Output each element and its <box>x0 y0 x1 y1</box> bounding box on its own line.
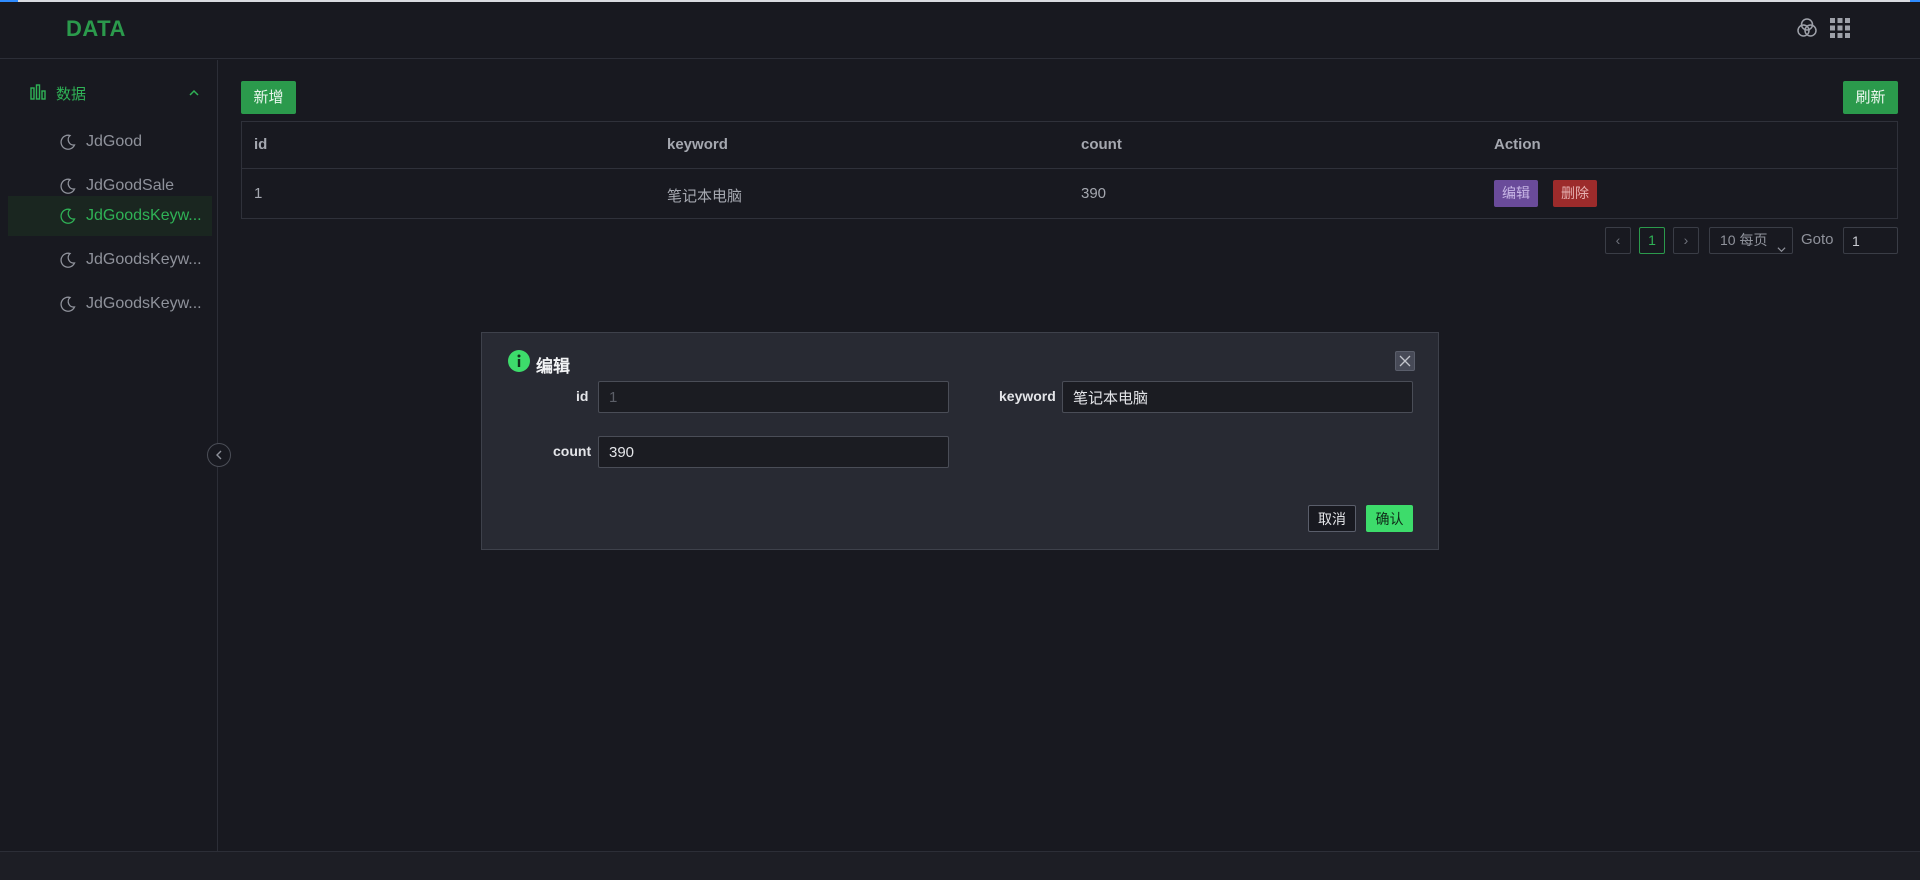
count-field[interactable] <box>598 436 949 468</box>
sidebar-item-label: JdGoodsKeyw... <box>86 251 202 268</box>
confirm-button[interactable]: 确认 <box>1366 505 1413 532</box>
bar-chart-icon <box>29 83 47 101</box>
sidebar-collapse-button[interactable] <box>207 443 231 467</box>
edit-modal: 编辑 id keyword count 取消 确认 <box>481 332 1439 550</box>
sidebar-item-label: JdGoodsKeyw... <box>86 295 202 312</box>
table-header <box>242 122 1897 169</box>
column-header-keyword: keyword <box>667 136 728 153</box>
app-logo[interactable]: DATA <box>66 16 126 42</box>
page-size-label: 10 每页 <box>1720 232 1768 248</box>
goto-page-input[interactable] <box>1843 227 1898 254</box>
chevron-up-icon <box>188 86 200 98</box>
refresh-button[interactable]: 刷新 <box>1843 81 1898 114</box>
modal-close-button[interactable] <box>1395 351 1415 371</box>
sidebar-item-label: JdGoodSale <box>86 177 175 194</box>
cell-count: 390 <box>1081 185 1107 202</box>
pagination-current-page[interactable]: 1 <box>1639 227 1665 254</box>
column-header-action: Action <box>1494 136 1541 153</box>
cell-id: 1 <box>254 185 263 202</box>
pagination-prev-button[interactable]: ‹ <box>1605 227 1631 254</box>
moon-icon <box>59 207 77 225</box>
sidebar-item-label: JdGoodsKeyw... <box>86 207 202 224</box>
sidebar-item-label: JdGood <box>86 133 143 150</box>
apps-grid-icon[interactable] <box>1828 16 1852 40</box>
color-circles-icon[interactable] <box>1795 16 1819 40</box>
goto-label: Goto <box>1801 231 1834 248</box>
count-field-label: count <box>553 443 592 459</box>
add-button[interactable]: 新增 <box>241 81 296 114</box>
sidebar-item-jdgoodskeyword-3[interactable]: JdGoodsKeyw... <box>8 284 212 324</box>
modal-title-text: 编辑 <box>536 357 570 376</box>
pagination-next-button[interactable]: › <box>1673 227 1699 254</box>
sidebar: 数据 JdGood JdGoodSale JdGoodsKeyw... JdGo… <box>0 60 218 851</box>
sidebar-group-label: 数据 <box>56 86 87 103</box>
page-size-select[interactable]: 10 每页 <box>1709 227 1793 254</box>
sidebar-item-jdgoodskeyword-2[interactable]: JdGoodsKeyw... <box>8 240 212 280</box>
info-icon <box>508 350 530 372</box>
app-footer <box>0 851 1920 880</box>
edit-row-button[interactable]: 编辑 <box>1494 180 1538 207</box>
moon-icon <box>59 295 77 313</box>
keyword-field-label: keyword <box>999 388 1056 404</box>
moon-icon <box>59 251 77 269</box>
cancel-button[interactable]: 取消 <box>1308 505 1356 532</box>
keyword-field[interactable] <box>1062 381 1413 413</box>
id-field-label: id <box>576 388 589 404</box>
chevron-down-icon <box>1777 237 1786 262</box>
sidebar-group-data[interactable]: 数据 <box>0 70 218 114</box>
moon-icon <box>59 177 77 195</box>
data-table: id keyword count Action 1 笔记本电脑 390 编辑 删… <box>241 121 1898 219</box>
moon-icon <box>59 133 77 151</box>
cell-keyword: 笔记本电脑 <box>667 188 743 205</box>
sidebar-item-jdgoodskeyword-active[interactable]: JdGoodsKeyw... <box>8 196 212 236</box>
id-field[interactable] <box>598 381 949 413</box>
app-header: DATA <box>0 2 1920 59</box>
column-header-count: count <box>1081 136 1122 153</box>
sidebar-item-jdgood[interactable]: JdGood <box>8 122 212 162</box>
column-header-id: id <box>254 136 268 153</box>
delete-row-button[interactable]: 删除 <box>1553 180 1597 207</box>
